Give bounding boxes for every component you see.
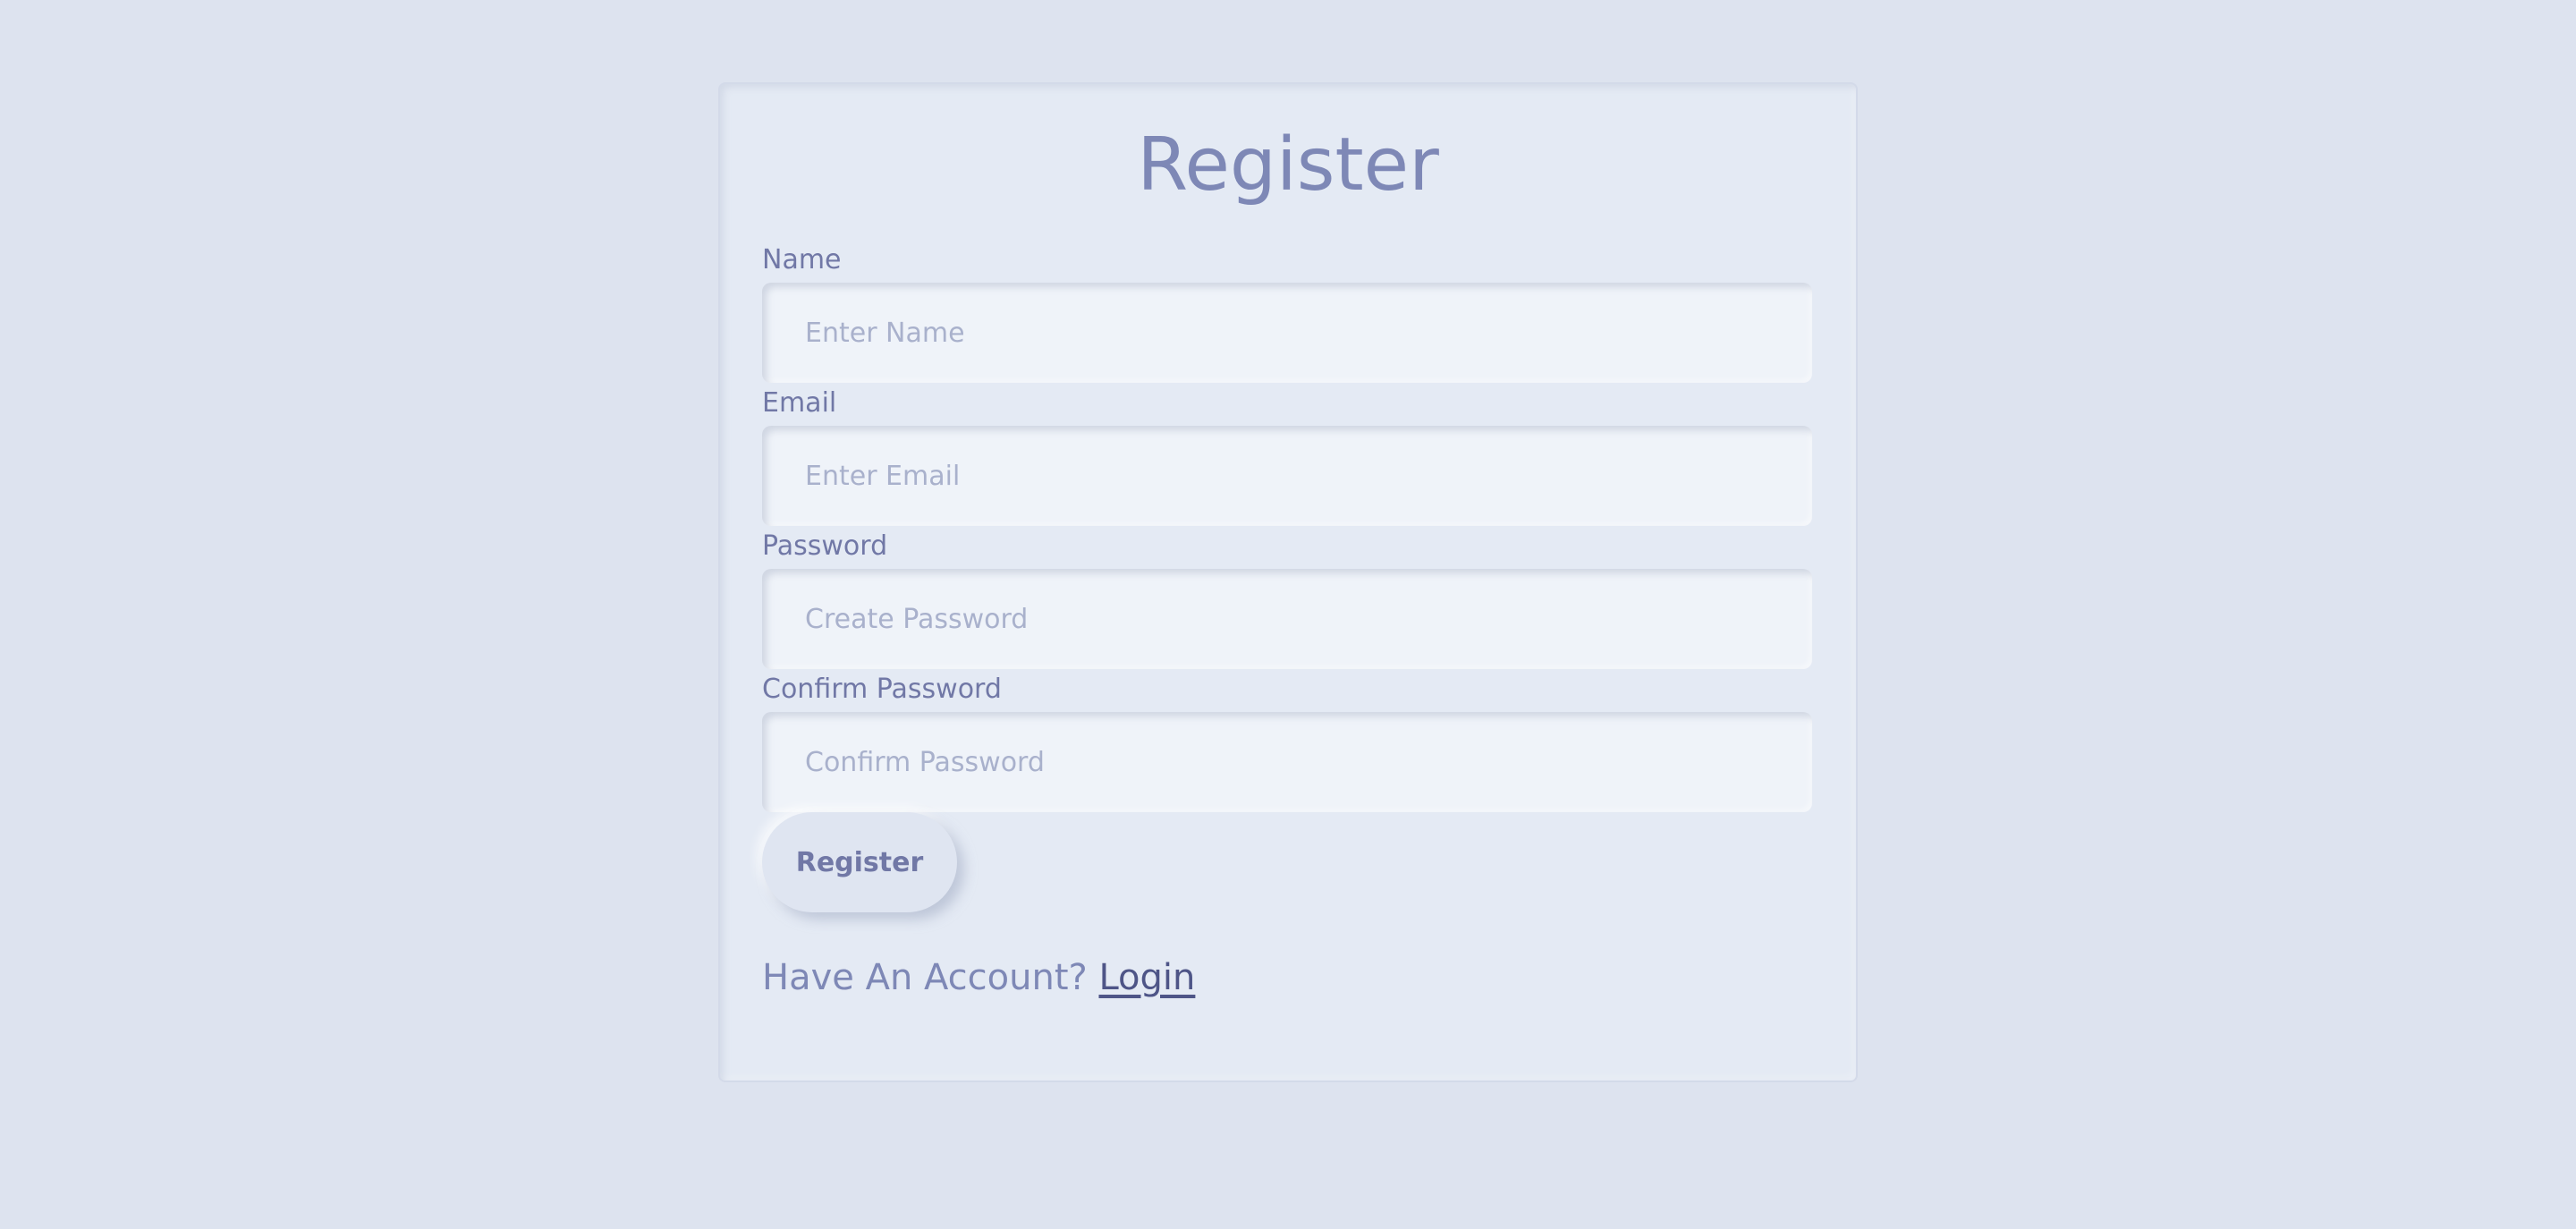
name-field[interactable] [762, 283, 1812, 383]
confirm-password-field[interactable] [762, 712, 1812, 812]
register-button[interactable]: Register [762, 812, 957, 912]
password-field[interactable] [762, 569, 1812, 669]
email-field[interactable] [762, 426, 1812, 526]
login-prompt: Have An Account? Login [762, 960, 1195, 996]
register-card: Register Name Email Password Confirm Pas… [720, 84, 1856, 1081]
email-label: Email [762, 387, 837, 419]
page-title: Register [1137, 123, 1439, 208]
password-label: Password [762, 530, 888, 562]
confirm-password-label: Confirm Password [762, 674, 1002, 705]
name-label: Name [762, 244, 842, 275]
login-prompt-text: Have An Account? [762, 957, 1088, 998]
login-link[interactable]: Login [1098, 957, 1195, 998]
